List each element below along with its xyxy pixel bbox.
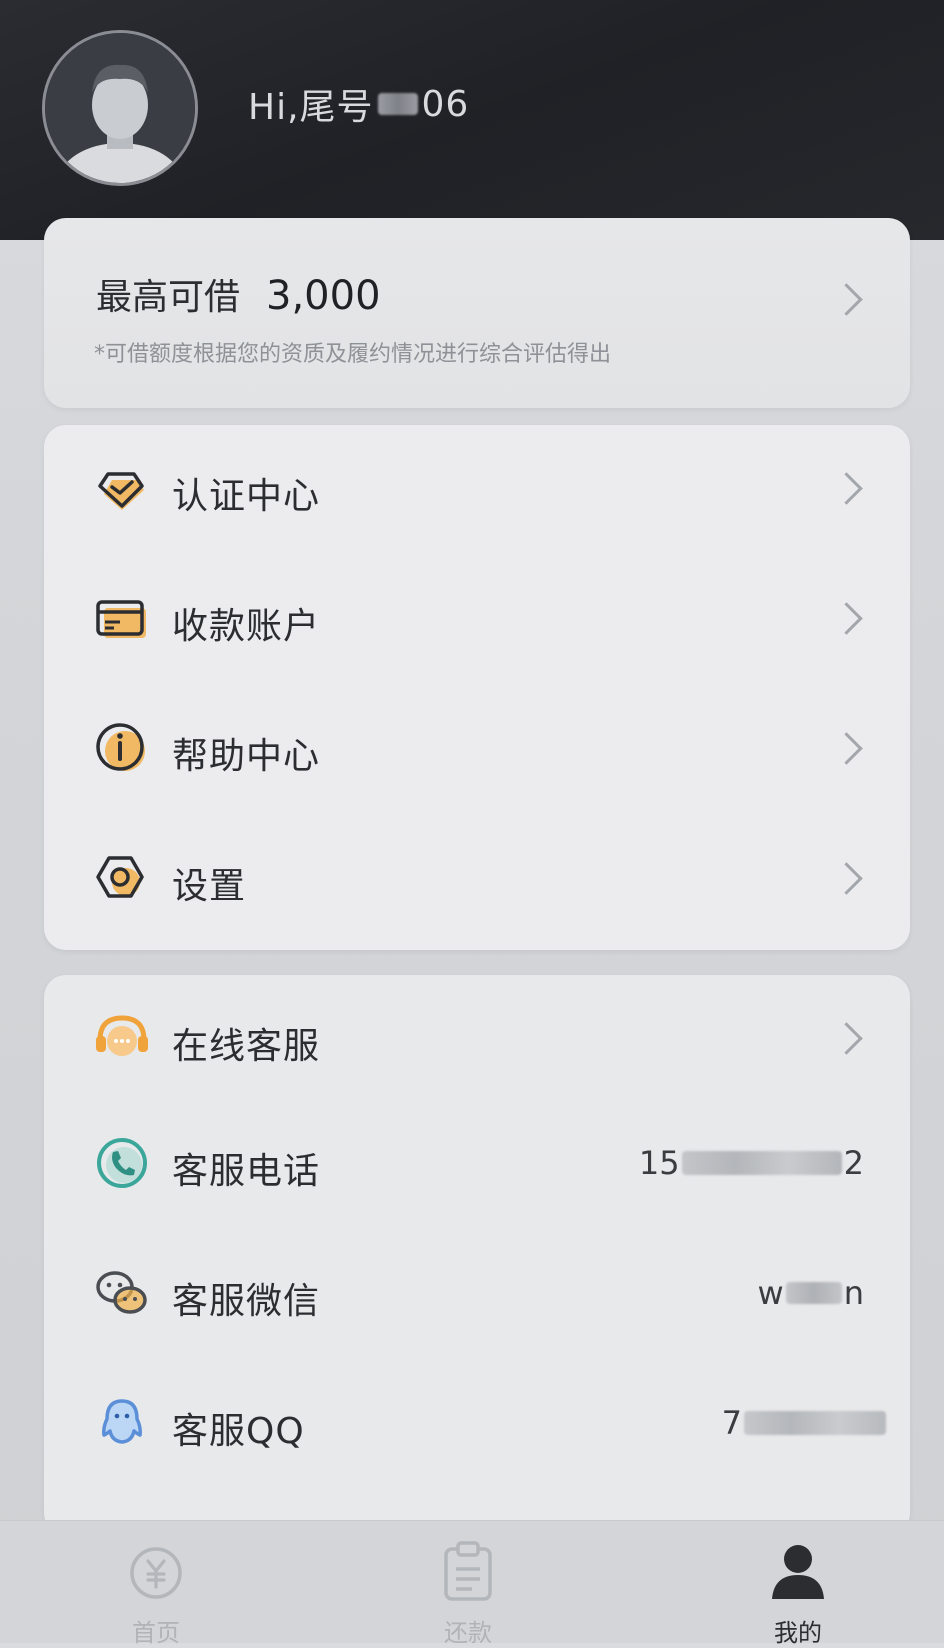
masked-wechat-id: [785, 1282, 842, 1304]
chevron-right-icon: [830, 862, 863, 895]
chevron-right-icon: [830, 283, 863, 316]
phone-number-suffix: 2: [843, 1144, 864, 1182]
online-service-label: 在线客服: [172, 1026, 321, 1067]
menu-item-label: 收款账户: [172, 606, 321, 647]
service-qq-row[interactable]: 客服QQ 7: [44, 1360, 910, 1490]
tab-label: 首页: [132, 1619, 180, 1647]
verified-diamond-icon: [98, 472, 144, 510]
menu-item-settings[interactable]: 设置: [44, 815, 910, 945]
wechat-id-prefix: w: [757, 1274, 784, 1312]
tab-label: 还款: [444, 1619, 492, 1647]
chevron-right-icon: [830, 472, 863, 505]
greeting-text: Hi,尾号: [248, 87, 374, 128]
credit-limit-card[interactable]: 最高可借 3,000 *可借额度根据您的资质及履约情况进行综合评估得出: [44, 218, 910, 408]
wechat-id-suffix: n: [843, 1274, 864, 1312]
menu-card: 认证中心 收款账户 帮助中心 设置: [44, 425, 910, 950]
phone-tail: 06: [421, 83, 470, 125]
service-qq-label: 客服QQ: [172, 1411, 305, 1452]
service-qq-number[interactable]: 7: [722, 1404, 886, 1442]
clipboard-icon: [444, 1541, 492, 1601]
credit-limit-amount: 3,000: [266, 273, 381, 319]
service-phone-row[interactable]: 客服电话 15 2: [44, 1100, 910, 1230]
customer-service-card: 在线客服 客服电话 15 2 客服微信 w n 客服QQ 7: [44, 975, 910, 1535]
tab-home[interactable]: 首页: [86, 1533, 226, 1647]
wechat-icon: [96, 1271, 147, 1314]
phone-icon: [97, 1138, 147, 1188]
greeting: Hi,尾号 06: [248, 78, 469, 130]
menu-item-label: 帮助中心: [172, 736, 321, 777]
menu-item-label: 设置: [172, 866, 247, 907]
credit-limit: 最高可借 3,000: [96, 268, 381, 320]
qq-number-prefix: 7: [721, 1404, 742, 1442]
avatar[interactable]: [42, 30, 198, 186]
masked-phone-number: [681, 1151, 842, 1175]
service-phone-number[interactable]: 15 2: [639, 1144, 864, 1182]
masked-qq-number: [744, 1411, 886, 1435]
online-service-row[interactable]: 在线客服: [44, 975, 910, 1105]
profile-header: Hi,尾号 06: [0, 0, 944, 240]
service-phone-label: 客服电话: [172, 1151, 321, 1192]
info-icon: [96, 723, 145, 771]
user-icon: [772, 1545, 824, 1599]
masked-phone-digits: [377, 93, 418, 115]
chevron-right-icon: [830, 1022, 863, 1055]
service-wechat-row[interactable]: 客服微信 w n: [44, 1230, 910, 1360]
credit-limit-note: *可借额度根据您的资质及履约情况进行综合评估得出: [94, 342, 612, 367]
credit-limit-label: 最高可借: [96, 277, 241, 318]
tab-mine[interactable]: 我的: [728, 1533, 868, 1647]
menu-item-payment-account[interactable]: 收款账户: [44, 555, 910, 685]
service-wechat-id[interactable]: w n: [758, 1274, 864, 1312]
tab-label: 我的: [774, 1619, 822, 1647]
card-icon: [96, 600, 146, 638]
service-wechat-label: 客服微信: [172, 1281, 321, 1322]
chevron-right-icon: [830, 602, 863, 635]
tab-repay[interactable]: 还款: [398, 1533, 538, 1647]
bottom-tab-bar: 首页 还款 我的: [0, 1520, 944, 1647]
phone-number-prefix: 15: [638, 1144, 680, 1182]
menu-item-label: 认证中心: [172, 476, 321, 517]
headset-icon: [96, 1015, 148, 1056]
chevron-right-icon: [830, 732, 863, 765]
yuan-coin-icon: [130, 1547, 182, 1599]
qq-icon: [102, 1399, 142, 1444]
menu-item-verification-center[interactable]: 认证中心: [44, 425, 910, 555]
user-avatar-icon: [45, 33, 195, 183]
menu-item-help-center[interactable]: 帮助中心: [44, 685, 910, 815]
settings-hexagon-icon: [96, 856, 144, 898]
